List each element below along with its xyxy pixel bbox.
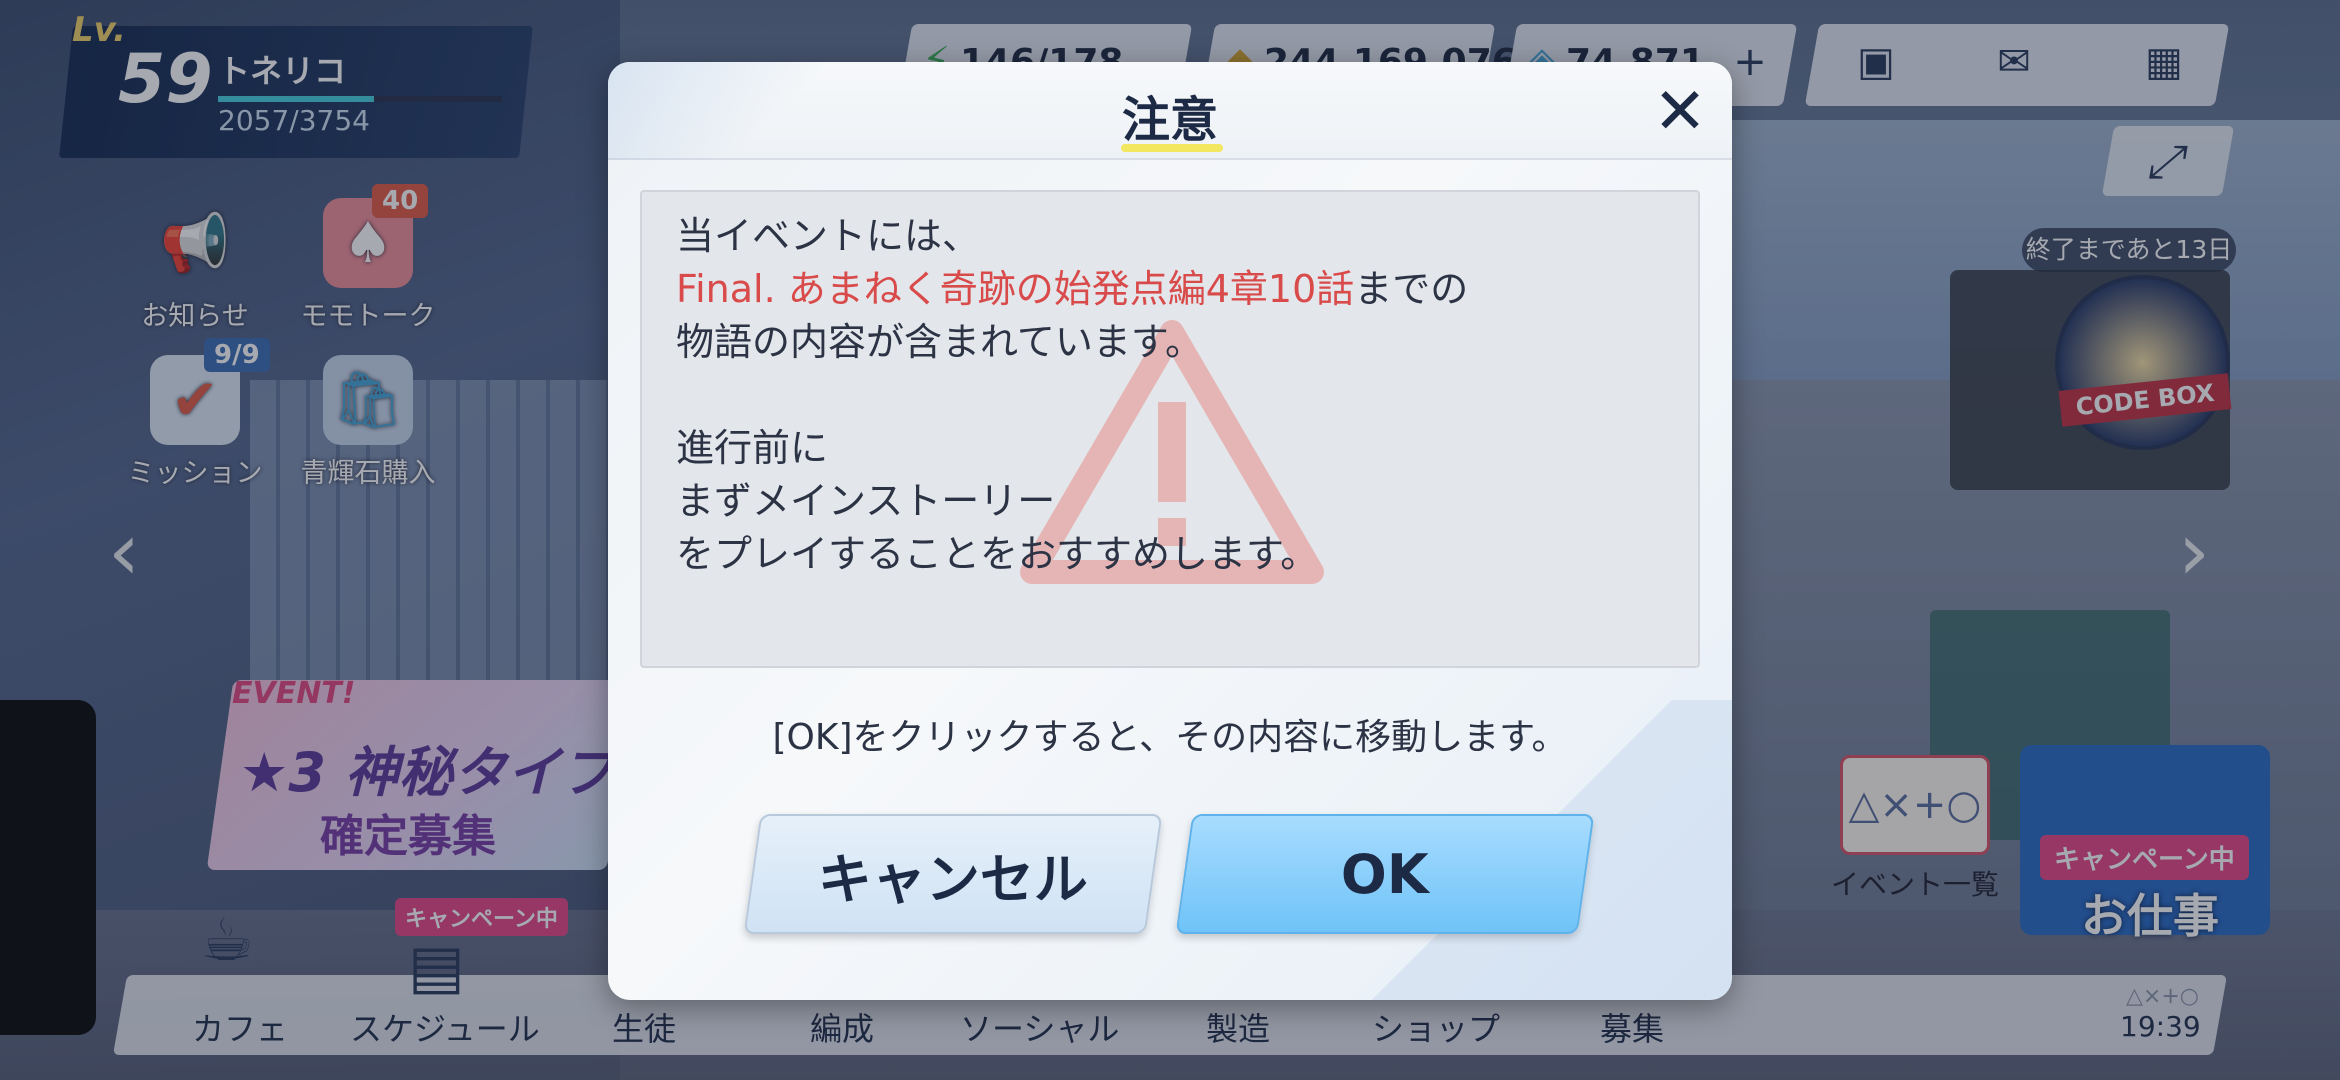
message-line-2: Final. あまねく奇跡の始発点編4章10話までの <box>676 263 1468 316</box>
ok-button-label: OK <box>1341 842 1429 906</box>
message-line-1: 当イベントには、 <box>676 214 981 258</box>
confirm-text: [OK]をクリックすると、その内容に移動します。 <box>772 717 1568 758</box>
message-line-6: をプレイすることをおすすめします。 <box>676 532 1319 576</box>
dialog-header: 注意 ✕ <box>608 62 1732 160</box>
chapter-reference: Final. あまねく奇跡の始発点編4章10話 <box>676 267 1355 311</box>
message-line-3: 物語の内容が含まれています。 <box>676 320 1204 364</box>
message-spacer <box>676 369 1468 422</box>
message-text: 当イベントには、 Final. あまねく奇跡の始発点編4章10話までの 物語の内… <box>676 210 1468 581</box>
message-line-5: まずメインストーリー <box>676 479 1056 523</box>
dialog-title: 注意 <box>1121 92 1218 148</box>
cancel-button-label: キャンセル <box>818 847 1088 911</box>
ok-button[interactable]: OK <box>1175 814 1595 934</box>
message-box: 当イベントには、 Final. あまねく奇跡の始発点編4章10話までの 物語の内… <box>640 190 1700 668</box>
message-line-2-rest: までの <box>1354 267 1469 311</box>
close-icon[interactable]: ✕ <box>1648 80 1712 144</box>
message-line-4: 進行前に <box>676 426 829 470</box>
warning-dialog: 注意 ✕ 当イベントには、 Final. あまねく奇跡の始発点編4章10話までの… <box>608 62 1732 1000</box>
cancel-button[interactable]: キャンセル <box>743 814 1163 934</box>
title-underline <box>1121 144 1223 152</box>
